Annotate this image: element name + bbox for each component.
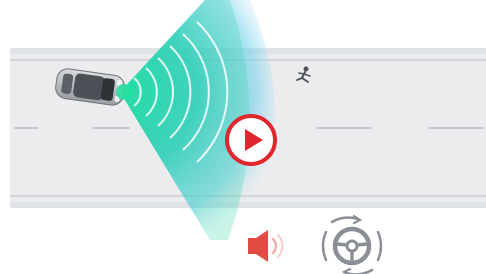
play-button[interactable]	[225, 114, 277, 166]
adas-illustration	[0, 0, 486, 274]
front-sensor	[116, 84, 132, 100]
road-scene	[0, 0, 486, 274]
